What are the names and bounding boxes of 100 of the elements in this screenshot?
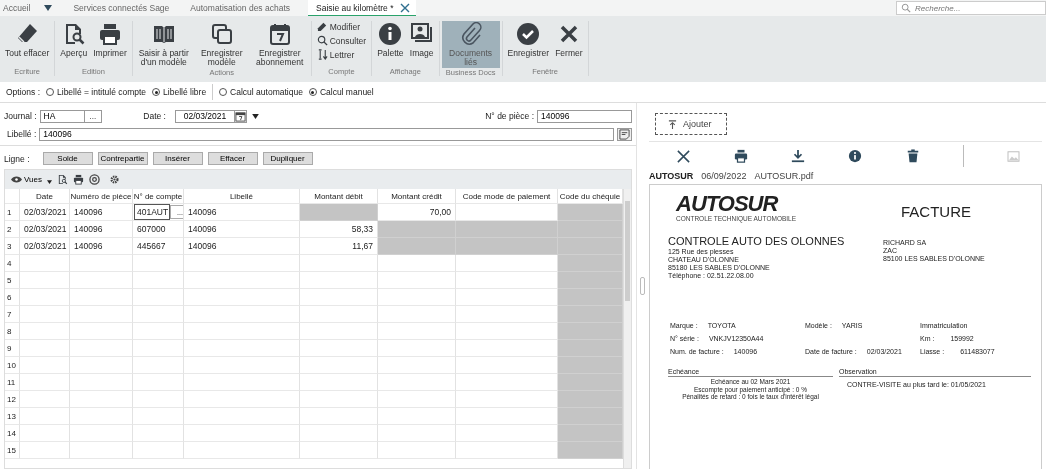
caret-icon bbox=[44, 4, 53, 11]
caret-icon bbox=[46, 180, 52, 184]
line-action-button[interactable]: Dupliquer bbox=[262, 152, 313, 165]
toolbar-button[interactable]: Enregistrer bbox=[504, 21, 553, 67]
logo: AUTOSUR bbox=[676, 193, 779, 215]
row-number: 12 bbox=[5, 391, 20, 408]
trash-icon[interactable] bbox=[905, 148, 921, 164]
table-cell: 140096 bbox=[184, 221, 300, 238]
field-label: Date : bbox=[143, 111, 166, 121]
date-field[interactable]: 02/03/2021 bbox=[174, 109, 235, 123]
row-number: 9 bbox=[5, 340, 20, 357]
toolbar-button[interactable]: Enregistrer abonnement bbox=[250, 21, 309, 68]
row-number: 7 bbox=[5, 306, 20, 323]
toolbar-button[interactable]: Palette bbox=[374, 21, 407, 67]
note-icon[interactable] bbox=[617, 127, 632, 141]
row-number: 8 bbox=[5, 323, 20, 340]
preview-icon[interactable] bbox=[56, 174, 68, 185]
field-label: Journal : bbox=[4, 111, 37, 121]
column-header[interactable]: Libellé bbox=[184, 189, 300, 204]
table-cell: 02/03/2021 bbox=[20, 238, 70, 255]
document-title: FACTURE bbox=[901, 202, 971, 220]
calendar-icon[interactable] bbox=[233, 109, 247, 123]
close-icon[interactable] bbox=[676, 148, 692, 164]
toolbar-button[interactable]: Documents liés bbox=[441, 21, 500, 68]
add-button[interactable]: Ajouter bbox=[655, 113, 727, 135]
toolbar-button[interactable]: Image bbox=[406, 21, 437, 67]
table-cell: 02/03/2021 bbox=[20, 204, 70, 221]
piece-number-field[interactable]: 140096 bbox=[537, 109, 632, 123]
toolbar-button[interactable]: Tout effacer bbox=[2, 21, 53, 67]
table-cell: 140096 bbox=[70, 221, 133, 238]
seller-name: CONTROLE AUTO DES OLONNES bbox=[668, 235, 846, 247]
line-action-button[interactable]: Solde bbox=[42, 152, 93, 165]
radio-option[interactable]: Libellé = intitulé compte bbox=[46, 87, 147, 97]
scrollbar[interactable] bbox=[623, 189, 631, 468]
tab[interactable]: Saisie au kilomètre * bbox=[308, 0, 416, 16]
field-label: N° de pièce : bbox=[485, 111, 534, 121]
row-number: 3 bbox=[5, 238, 20, 255]
radio-option[interactable]: Calcul automatique bbox=[219, 87, 303, 97]
toolbar-button[interactable]: Consulter bbox=[313, 35, 370, 46]
radio-option[interactable]: Calcul manuel bbox=[308, 87, 374, 97]
column-header[interactable]: N° de compte bbox=[133, 189, 184, 204]
column-header[interactable]: Code du chéquie bbox=[558, 189, 623, 204]
printer-icon[interactable] bbox=[72, 174, 84, 185]
file-name[interactable]: AUTOSUR.pdf bbox=[754, 171, 814, 181]
account-input[interactable]: 401AUT bbox=[134, 204, 170, 220]
table-cell: 607000 bbox=[133, 221, 184, 238]
line-action-button[interactable]: Insérer bbox=[152, 152, 203, 165]
row-number: 5 bbox=[5, 272, 20, 289]
printer-icon[interactable] bbox=[733, 148, 749, 164]
line-action-button[interactable]: Contrepartie bbox=[97, 152, 148, 165]
calendar-icon bbox=[267, 22, 292, 46]
sort-icon bbox=[316, 49, 328, 60]
tab[interactable]: Services connectés Sage bbox=[70, 0, 188, 16]
toolbar-button[interactable]: Lettrer bbox=[313, 49, 370, 60]
field-label: Libellé : bbox=[7, 129, 37, 139]
toolbar-button[interactable]: Saisir à partir d'un modèle bbox=[134, 21, 193, 68]
field-label: Ligne : bbox=[4, 153, 30, 164]
toolbar-button[interactable]: Enregistrer modèle bbox=[192, 21, 251, 68]
row-number: 11 bbox=[5, 374, 20, 391]
row-number: 15 bbox=[5, 442, 20, 459]
toolbar-button[interactable]: Aperçu bbox=[57, 21, 91, 67]
caret-icon[interactable] bbox=[251, 113, 259, 119]
row-number: 1 bbox=[5, 204, 20, 221]
upload-icon bbox=[668, 119, 677, 129]
search-box[interactable]: Recherche... bbox=[896, 1, 1046, 15]
row-number: 14 bbox=[5, 425, 20, 442]
close-icon[interactable] bbox=[399, 2, 410, 13]
column-header[interactable]: Date bbox=[20, 189, 70, 204]
column-header[interactable]: Montant débit bbox=[300, 189, 378, 204]
download-icon[interactable] bbox=[790, 148, 806, 164]
table-cell: 140096 bbox=[70, 204, 133, 221]
search-field[interactable]: Recherche... bbox=[915, 3, 1025, 13]
column-header[interactable]: Numéro de pièce bbox=[70, 189, 133, 204]
splitter-handle[interactable] bbox=[639, 277, 645, 295]
views-button[interactable]: Vues bbox=[11, 175, 52, 184]
column-header[interactable]: Montant crédit bbox=[378, 189, 456, 204]
check-icon bbox=[516, 22, 541, 46]
row-number: 13 bbox=[5, 408, 20, 425]
radio-option[interactable]: Libellé libre bbox=[152, 87, 207, 97]
table-cell: 140096 bbox=[70, 238, 133, 255]
journal-field[interactable]: HA bbox=[39, 109, 85, 123]
settings-icon[interactable] bbox=[108, 174, 120, 185]
browse-button[interactable]: ... bbox=[83, 109, 103, 123]
toolbar-button[interactable]: Imprimer bbox=[90, 21, 130, 67]
row-number: 4 bbox=[5, 255, 20, 272]
info-icon[interactable] bbox=[848, 148, 863, 164]
row-number: 2 bbox=[5, 221, 20, 238]
line-action-button[interactable]: Effacer bbox=[207, 152, 258, 165]
search-icon bbox=[901, 3, 911, 13]
info-icon bbox=[378, 22, 403, 46]
pencil-icon bbox=[316, 21, 328, 32]
table-cell: 02/03/2021 bbox=[20, 221, 70, 238]
table-cell: 140096 bbox=[184, 238, 300, 255]
tab[interactable]: Automatisation des achats bbox=[187, 0, 309, 16]
column-header[interactable]: Code mode de paiement bbox=[456, 189, 558, 204]
tab[interactable]: Accueil bbox=[0, 0, 71, 16]
toolbar-button[interactable]: Modifier bbox=[313, 21, 370, 32]
toolbar-button[interactable]: Fermer bbox=[552, 21, 586, 67]
options-label: Options : bbox=[6, 87, 41, 97]
libelle-field[interactable]: 140096 bbox=[39, 127, 614, 141]
